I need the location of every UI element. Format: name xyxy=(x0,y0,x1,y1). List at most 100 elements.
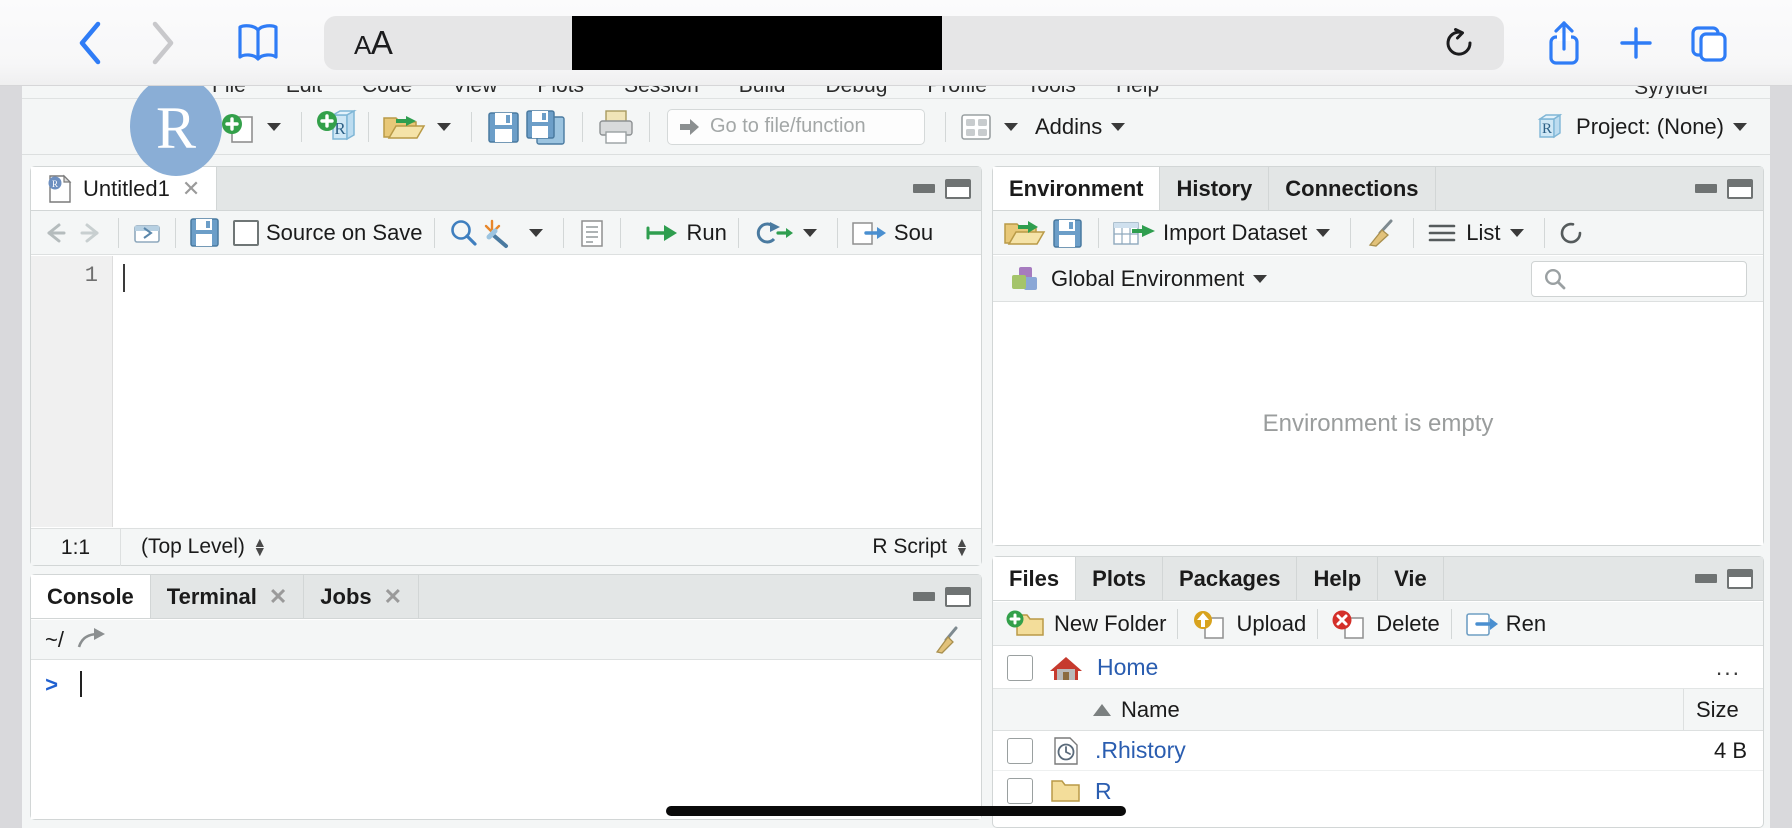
save-button[interactable] xyxy=(483,99,523,155)
tab-terminal[interactable]: Terminal ✕ xyxy=(150,575,305,618)
close-icon[interactable]: ✕ xyxy=(269,584,287,610)
reload-icon[interactable] xyxy=(1442,26,1476,60)
open-file-dropdown[interactable] xyxy=(437,122,451,131)
open-in-window-icon[interactable] xyxy=(74,627,108,653)
tab-packages[interactable]: Packages xyxy=(1162,557,1298,600)
source-on-save-checkbox[interactable]: Source on Save xyxy=(233,211,423,254)
rerun-button[interactable] xyxy=(750,211,794,254)
file-name-link[interactable]: R xyxy=(1095,778,1112,805)
tab-environment[interactable]: Environment xyxy=(993,167,1161,210)
console-working-directory[interactable]: ~/ xyxy=(45,627,64,653)
scope-selector[interactable]: (Top Level) ▲ ▼ xyxy=(141,535,267,559)
addins-dropdown[interactable] xyxy=(1111,122,1126,131)
new-tab-button[interactable] xyxy=(1600,7,1672,79)
minimize-icon[interactable] xyxy=(913,184,935,193)
environment-scope-selector[interactable]: Global Environment xyxy=(993,256,1763,302)
code-tools-dropdown[interactable] xyxy=(528,228,543,237)
rename-button[interactable]: Ren xyxy=(1463,602,1546,645)
text-size-button[interactable]: AA xyxy=(354,24,393,62)
maximize-icon[interactable] xyxy=(945,178,971,199)
clear-environment-button[interactable] xyxy=(1362,211,1402,254)
open-file-button[interactable] xyxy=(380,99,428,155)
tab-plots[interactable]: Plots xyxy=(1076,557,1163,600)
tab-history[interactable]: History xyxy=(1160,167,1270,210)
select-all-checkbox[interactable] xyxy=(1007,654,1033,681)
menu-profile[interactable]: Profile xyxy=(927,86,987,98)
menu-help[interactable]: Help xyxy=(1116,86,1159,98)
rerun-dropdown[interactable] xyxy=(802,228,817,237)
browser-back-button[interactable] xyxy=(54,7,126,79)
environment-search-input[interactable] xyxy=(1531,260,1747,297)
breadcrumb-home-link[interactable]: Home xyxy=(1097,654,1158,681)
compile-report-button[interactable] xyxy=(575,211,609,254)
tab-viewer[interactable]: Vie xyxy=(1378,557,1444,600)
delete-button[interactable]: Delete xyxy=(1329,602,1440,645)
browser-forward-button[interactable] xyxy=(126,7,198,79)
maximize-icon[interactable] xyxy=(945,586,971,607)
address-bar[interactable]: AA xyxy=(324,15,1504,70)
refresh-environment-button[interactable] xyxy=(1556,211,1586,254)
tab-jobs[interactable]: Jobs ✕ xyxy=(304,575,420,618)
menu-tools[interactable]: Tools xyxy=(1027,86,1076,98)
tab-console[interactable]: Console xyxy=(31,575,151,618)
row-checkbox[interactable] xyxy=(1007,778,1033,804)
source-run-all-button[interactable]: Sou xyxy=(849,211,933,254)
show-in-new-window-button[interactable] xyxy=(130,211,164,254)
import-dataset-dropdown[interactable] xyxy=(1316,228,1331,237)
menu-view[interactable]: View xyxy=(452,86,497,98)
run-button[interactable]: Run xyxy=(644,211,727,254)
column-header-size[interactable]: Size xyxy=(1683,688,1763,731)
new-folder-button[interactable]: New Folder xyxy=(1005,602,1166,645)
tab-files[interactable]: Files xyxy=(993,557,1077,600)
upload-button[interactable]: Upload xyxy=(1189,602,1306,645)
panes-layout-button[interactable] xyxy=(957,99,995,155)
panes-layout-dropdown[interactable] xyxy=(1004,122,1018,131)
menu-debug[interactable]: Debug xyxy=(825,86,887,98)
row-checkbox[interactable] xyxy=(1007,737,1033,764)
load-workspace-button[interactable] xyxy=(1001,211,1049,254)
source-save-button[interactable] xyxy=(187,211,223,254)
menu-session[interactable]: Session xyxy=(624,86,699,98)
maximize-icon[interactable] xyxy=(1727,568,1753,589)
file-type-selector[interactable]: R Script ▲ ▼ xyxy=(872,535,969,559)
print-button[interactable] xyxy=(594,99,638,155)
save-workspace-button[interactable] xyxy=(1049,211,1087,254)
breadcrumb-more-button[interactable]: ... xyxy=(1716,654,1741,681)
minimize-icon[interactable] xyxy=(1695,574,1717,583)
source-back-button[interactable] xyxy=(39,211,73,254)
tab-connections[interactable]: Connections xyxy=(1269,167,1436,210)
menu-edit[interactable]: Edit xyxy=(286,86,322,98)
file-name-link[interactable]: .Rhistory xyxy=(1095,737,1186,764)
bookmarks-button[interactable] xyxy=(222,7,294,79)
new-file-dropdown[interactable] xyxy=(267,122,281,131)
project-dropdown[interactable] xyxy=(1733,123,1747,131)
broom-icon[interactable] xyxy=(929,624,967,656)
tab-help[interactable]: Help xyxy=(1297,557,1379,600)
addins-button[interactable]: Addins xyxy=(1035,114,1102,140)
source-code-editor[interactable] xyxy=(114,256,981,527)
source-forward-button[interactable] xyxy=(73,211,107,254)
view-mode-dropdown[interactable] xyxy=(1509,228,1524,237)
new-project-button[interactable]: R xyxy=(313,99,357,155)
table-row[interactable]: .Rhistory 4 B xyxy=(993,731,1763,771)
environment-scope-dropdown[interactable] xyxy=(1253,274,1268,283)
close-icon[interactable]: ✕ xyxy=(182,176,200,202)
save-all-button[interactable] xyxy=(523,99,571,155)
source-on-save-box[interactable] xyxy=(233,219,259,246)
import-dataset-button[interactable]: Import Dataset xyxy=(1110,211,1307,254)
goto-file-function-input[interactable]: Go to file/function xyxy=(667,108,925,145)
close-icon[interactable]: ✕ xyxy=(384,584,402,610)
menu-build[interactable]: Build xyxy=(739,86,786,98)
minimize-icon[interactable] xyxy=(913,592,935,601)
menu-plots[interactable]: Plots xyxy=(537,86,584,98)
view-mode-button[interactable]: List xyxy=(1425,211,1501,254)
maximize-icon[interactable] xyxy=(1727,178,1753,199)
column-header-name[interactable]: Name xyxy=(1093,697,1180,723)
menu-code[interactable]: Code xyxy=(362,86,412,98)
share-button[interactable] xyxy=(1528,7,1600,79)
project-selector[interactable]: R Project: (None) xyxy=(1532,99,1756,155)
find-replace-button[interactable] xyxy=(446,211,482,254)
table-row[interactable]: R xyxy=(993,771,1763,811)
show-tabs-button[interactable] xyxy=(1672,7,1744,79)
console-output[interactable]: > xyxy=(31,661,981,819)
